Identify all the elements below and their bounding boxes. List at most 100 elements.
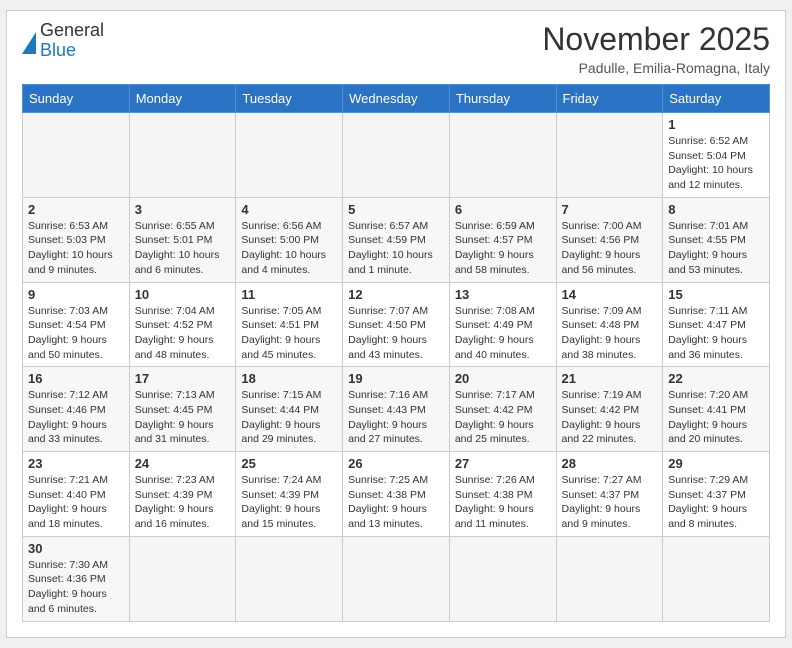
calendar-cell [556,113,663,198]
day-info: Sunrise: 6:55 AM Sunset: 5:01 PM Dayligh… [135,219,231,278]
weekday-header-saturday: Saturday [663,85,770,113]
day-info: Sunrise: 7:12 AM Sunset: 4:46 PM Dayligh… [28,388,124,447]
calendar-cell [449,113,556,198]
day-info: Sunrise: 7:17 AM Sunset: 4:42 PM Dayligh… [455,388,551,447]
calendar-wrapper: General Blue November 2025 Padulle, Emil… [6,10,786,638]
day-number: 28 [562,456,658,471]
calendar-cell [236,536,343,621]
day-info: Sunrise: 7:15 AM Sunset: 4:44 PM Dayligh… [241,388,337,447]
day-number: 14 [562,287,658,302]
calendar-cell: 1Sunrise: 6:52 AM Sunset: 5:04 PM Daylig… [663,113,770,198]
day-number: 18 [241,371,337,386]
day-number: 3 [135,202,231,217]
day-number: 12 [348,287,444,302]
calendar-cell: 23Sunrise: 7:21 AM Sunset: 4:40 PM Dayli… [23,452,130,537]
day-number: 9 [28,287,124,302]
day-number: 13 [455,287,551,302]
day-info: Sunrise: 7:30 AM Sunset: 4:36 PM Dayligh… [28,558,124,617]
calendar-cell [449,536,556,621]
day-info: Sunrise: 6:59 AM Sunset: 4:57 PM Dayligh… [455,219,551,278]
day-info: Sunrise: 7:19 AM Sunset: 4:42 PM Dayligh… [562,388,658,447]
calendar-cell: 18 Sunrise: 7:15 AM Sunset: 4:44 PM Dayli… [236,367,343,452]
week-row-2: 2Sunrise: 6:53 AM Sunset: 5:03 PM Daylig… [23,197,770,282]
weekday-header-row: SundayMondayTuesdayWednesdayThursdayFrid… [23,85,770,113]
calendar-cell [129,113,236,198]
day-number: 7 [562,202,658,217]
month-title: November 2025 [542,21,770,58]
calendar-cell: 13 Sunrise: 7:08 AM Sunset: 4:49 PM Dayli… [449,282,556,367]
calendar-cell [343,113,450,198]
day-number: 22 [668,371,764,386]
day-number: 11 [241,287,337,302]
day-number: 25 [241,456,337,471]
day-number: 27 [455,456,551,471]
calendar-cell: 5Sunrise: 6:57 AM Sunset: 4:59 PM Daylig… [343,197,450,282]
day-info: Sunrise: 7:08 AM Sunset: 4:49 PM Dayligh… [455,304,551,363]
calendar-cell: 3 Sunrise: 6:55 AM Sunset: 5:01 PM Daylig… [129,197,236,282]
calendar-cell: 11 Sunrise: 7:05 AM Sunset: 4:51 PM Dayli… [236,282,343,367]
day-info: Sunrise: 7:01 AM Sunset: 4:55 PM Dayligh… [668,219,764,278]
calendar-cell: 30Sunrise: 7:30 AM Sunset: 4:36 PM Dayli… [23,536,130,621]
day-info: Sunrise: 7:04 AM Sunset: 4:52 PM Dayligh… [135,304,231,363]
day-number: 8 [668,202,764,217]
day-info: Sunrise: 6:56 AM Sunset: 5:00 PM Dayligh… [241,219,337,278]
calendar-cell: 19 Sunrise: 7:16 AM Sunset: 4:43 PM Dayli… [343,367,450,452]
day-info: Sunrise: 7:07 AM Sunset: 4:50 PM Dayligh… [348,304,444,363]
week-row-4: 16 Sunrise: 7:12 AM Sunset: 4:46 PM Dayli… [23,367,770,452]
day-number: 16 [28,371,124,386]
calendar-cell: 8 Sunrise: 7:01 AM Sunset: 4:55 PM Daylig… [663,197,770,282]
calendar-cell: 20Sunrise: 7:17 AM Sunset: 4:42 PM Dayli… [449,367,556,452]
day-info: Sunrise: 7:16 AM Sunset: 4:43 PM Dayligh… [348,388,444,447]
calendar-cell: 7 Sunrise: 7:00 AM Sunset: 4:56 PM Daylig… [556,197,663,282]
day-number: 23 [28,456,124,471]
day-number: 19 [348,371,444,386]
day-info: Sunrise: 7:27 AM Sunset: 4:37 PM Dayligh… [562,473,658,532]
week-row-1: 1Sunrise: 6:52 AM Sunset: 5:04 PM Daylig… [23,113,770,198]
day-info: Sunrise: 7:29 AM Sunset: 4:37 PM Dayligh… [668,473,764,532]
calendar-cell: 29 Sunrise: 7:29 AM Sunset: 4:37 PM Dayli… [663,452,770,537]
day-info: Sunrise: 6:52 AM Sunset: 5:04 PM Dayligh… [668,134,764,193]
logo-general: General [40,21,104,41]
calendar-cell: 22 Sunrise: 7:20 AM Sunset: 4:41 PM Dayli… [663,367,770,452]
calendar-cell [343,536,450,621]
day-number: 24 [135,456,231,471]
day-number: 15 [668,287,764,302]
day-number: 29 [668,456,764,471]
calendar-cell: 10 Sunrise: 7:04 AM Sunset: 4:52 PM Dayli… [129,282,236,367]
calendar-cell: 24 Sunrise: 7:23 AM Sunset: 4:39 PM Dayli… [129,452,236,537]
day-info: Sunrise: 7:03 AM Sunset: 4:54 PM Dayligh… [28,304,124,363]
calendar-cell: 25 Sunrise: 7:24 AM Sunset: 4:39 PM Dayli… [236,452,343,537]
calendar-cell [663,536,770,621]
weekday-header-monday: Monday [129,85,236,113]
calendar-cell: 28 Sunrise: 7:27 AM Sunset: 4:37 PM Dayli… [556,452,663,537]
day-info: Sunrise: 7:05 AM Sunset: 4:51 PM Dayligh… [241,304,337,363]
calendar-cell: 27Sunrise: 7:26 AM Sunset: 4:38 PM Dayli… [449,452,556,537]
calendar-cell: 12 Sunrise: 7:07 AM Sunset: 4:50 PM Dayli… [343,282,450,367]
week-row-3: 9 Sunrise: 7:03 AM Sunset: 4:54 PM Daylig… [23,282,770,367]
calendar-cell: 17Sunrise: 7:13 AM Sunset: 4:45 PM Dayli… [129,367,236,452]
weekday-header-tuesday: Tuesday [236,85,343,113]
calendar-cell: 21 Sunrise: 7:19 AM Sunset: 4:42 PM Dayli… [556,367,663,452]
calendar-cell [23,113,130,198]
day-info: Sunrise: 7:13 AM Sunset: 4:45 PM Dayligh… [135,388,231,447]
calendar-cell: 16 Sunrise: 7:12 AM Sunset: 4:46 PM Dayli… [23,367,130,452]
calendar-cell: 14Sunrise: 7:09 AM Sunset: 4:48 PM Dayli… [556,282,663,367]
calendar-cell: 2Sunrise: 6:53 AM Sunset: 5:03 PM Daylig… [23,197,130,282]
day-number: 2 [28,202,124,217]
day-number: 21 [562,371,658,386]
day-info: Sunrise: 7:25 AM Sunset: 4:38 PM Dayligh… [348,473,444,532]
logo-blue: Blue [40,41,104,61]
day-info: Sunrise: 7:23 AM Sunset: 4:39 PM Dayligh… [135,473,231,532]
day-number: 10 [135,287,231,302]
calendar-cell: 15Sunrise: 7:11 AM Sunset: 4:47 PM Dayli… [663,282,770,367]
location: Padulle, Emilia-Romagna, Italy [542,60,770,76]
calendar-cell: 26Sunrise: 7:25 AM Sunset: 4:38 PM Dayli… [343,452,450,537]
day-info: Sunrise: 7:20 AM Sunset: 4:41 PM Dayligh… [668,388,764,447]
calendar-cell: 9 Sunrise: 7:03 AM Sunset: 4:54 PM Daylig… [23,282,130,367]
header: General Blue November 2025 Padulle, Emil… [22,21,770,76]
week-row-5: 23Sunrise: 7:21 AM Sunset: 4:40 PM Dayli… [23,452,770,537]
calendar-cell [236,113,343,198]
calendar-cell [129,536,236,621]
day-info: Sunrise: 7:00 AM Sunset: 4:56 PM Dayligh… [562,219,658,278]
day-info: Sunrise: 7:24 AM Sunset: 4:39 PM Dayligh… [241,473,337,532]
